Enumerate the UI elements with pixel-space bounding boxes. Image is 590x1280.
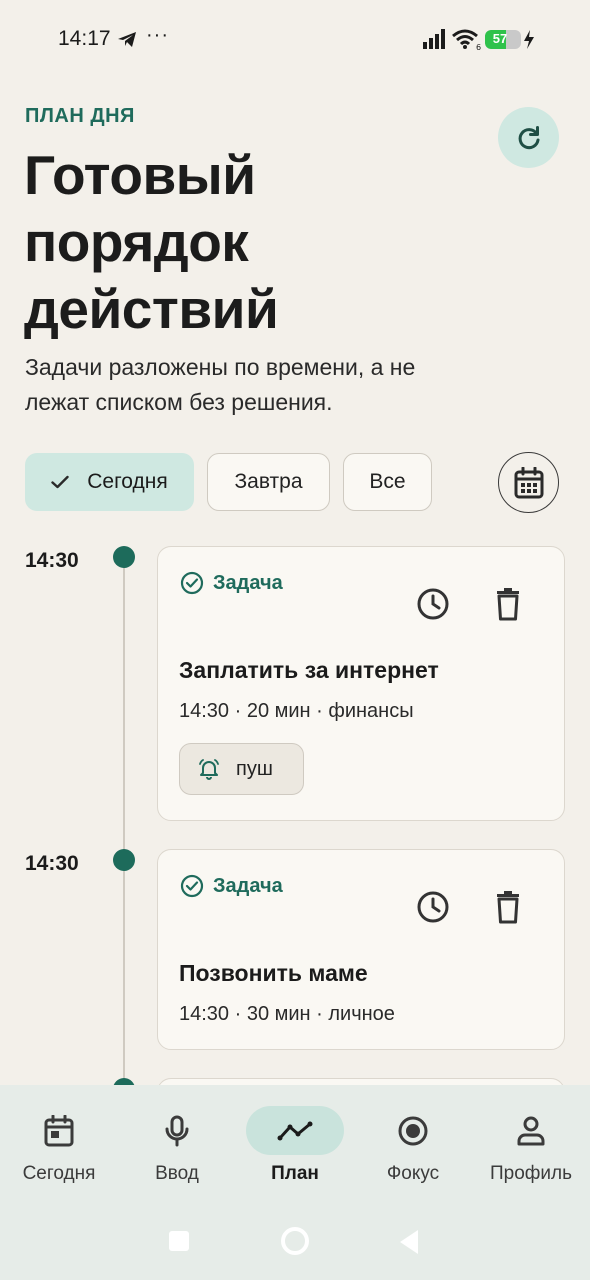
signal-icon bbox=[423, 29, 447, 54]
back-button[interactable] bbox=[398, 1229, 420, 1260]
task-card[interactable]: Задача Заплатить за интернет 14:30 · 20 … bbox=[157, 546, 565, 821]
task-type-label: Задача bbox=[213, 874, 283, 897]
nav-icon-wrap bbox=[482, 1106, 580, 1155]
timeline-time: 14:30 bbox=[25, 852, 79, 875]
task-type: Задача bbox=[180, 874, 283, 898]
nav-icon-wrap bbox=[128, 1106, 226, 1155]
task-type-label: Задача bbox=[213, 571, 283, 594]
telegram-icon bbox=[117, 31, 137, 53]
svg-text:6: 6 bbox=[476, 43, 481, 51]
clock-icon bbox=[417, 588, 449, 620]
task-meta: 14:30 · 30 мин · личное bbox=[179, 1003, 395, 1025]
calendar-icon bbox=[514, 466, 544, 499]
nav-item-profile[interactable]: Профиль bbox=[482, 1085, 580, 1195]
timeline-dot bbox=[113, 546, 135, 568]
nav-icon-wrap bbox=[10, 1106, 108, 1155]
calendar-icon bbox=[44, 1114, 74, 1146]
nav-item-plan[interactable]: План bbox=[246, 1085, 344, 1195]
trend-line-icon bbox=[277, 1121, 313, 1140]
home-button[interactable] bbox=[280, 1226, 310, 1261]
filter-all[interactable]: Все bbox=[343, 453, 432, 511]
battery-level: 57 bbox=[492, 31, 508, 46]
task-meta: 14:30 · 20 мин · финансы bbox=[179, 700, 414, 722]
nav-label: План bbox=[271, 1163, 319, 1184]
check-circle-icon bbox=[180, 874, 204, 898]
nav-item-today[interactable]: Сегодня bbox=[10, 1085, 108, 1195]
microphone-icon bbox=[165, 1115, 189, 1146]
timeline-time: 14:30 bbox=[25, 549, 79, 572]
filter-label: Завтра bbox=[234, 470, 303, 493]
section-eyebrow: ПЛАН ДНЯ bbox=[25, 105, 135, 127]
task-title: Заплатить за интернет bbox=[179, 657, 439, 683]
nav-icon-wrap bbox=[364, 1106, 462, 1155]
wifi-icon: 6 bbox=[452, 29, 482, 56]
check-circle-icon bbox=[180, 571, 204, 595]
check-icon bbox=[51, 475, 69, 489]
nav-label: Сегодня bbox=[22, 1163, 96, 1184]
nav-item-focus[interactable]: Фокус bbox=[364, 1085, 462, 1195]
push-reminder-chip[interactable]: пуш bbox=[179, 743, 304, 795]
filter-today[interactable]: Сегодня bbox=[25, 453, 194, 511]
focus-target-icon bbox=[398, 1116, 428, 1145]
refresh-button[interactable] bbox=[498, 107, 559, 168]
delete-button[interactable] bbox=[493, 890, 523, 929]
status-time: 14:17 bbox=[58, 27, 111, 50]
trash-icon bbox=[497, 891, 519, 924]
task-title: Позвонить маме bbox=[179, 960, 368, 986]
task-type: Задача bbox=[180, 571, 283, 595]
filter-label: Сегодня bbox=[87, 470, 168, 493]
clock-icon bbox=[417, 891, 449, 923]
battery-icon: 57 bbox=[485, 30, 521, 49]
delete-button[interactable] bbox=[493, 587, 523, 626]
person-icon bbox=[517, 1116, 545, 1145]
nav-label: Ввод bbox=[155, 1163, 199, 1184]
timeline-dot bbox=[113, 849, 135, 871]
nav-label: Фокус bbox=[386, 1163, 440, 1184]
calendar-picker-button[interactable] bbox=[498, 452, 559, 513]
recent-apps-button[interactable] bbox=[168, 1230, 190, 1257]
nav-label: Профиль bbox=[489, 1163, 573, 1184]
status-bar: 14:17 ··· 6 57 bbox=[0, 0, 590, 80]
status-dots: ··· bbox=[146, 24, 169, 46]
reschedule-button[interactable] bbox=[416, 587, 450, 626]
timeline-line bbox=[123, 560, 125, 1085]
charging-icon bbox=[523, 30, 535, 54]
nav-icon-wrap bbox=[246, 1106, 344, 1155]
page-title: Готовый порядок действий bbox=[24, 144, 279, 340]
reschedule-button[interactable] bbox=[416, 890, 450, 929]
chip-label: пуш bbox=[236, 757, 273, 780]
nav-item-input[interactable]: Ввод bbox=[128, 1085, 226, 1195]
bottom-navigation: Сегодня Ввод План Фокус Профиль bbox=[0, 1085, 590, 1280]
filter-label: Все bbox=[369, 470, 406, 493]
refresh-icon bbox=[515, 124, 543, 152]
task-card[interactable]: Задача Позвонить маме 14:30 · 30 мин · л… bbox=[157, 849, 565, 1050]
page-subtitle: Задачи разложены по времени, а не лежат … bbox=[25, 354, 416, 415]
bell-icon bbox=[199, 759, 219, 780]
trash-icon bbox=[497, 588, 519, 621]
filter-tomorrow[interactable]: Завтра bbox=[207, 453, 330, 511]
